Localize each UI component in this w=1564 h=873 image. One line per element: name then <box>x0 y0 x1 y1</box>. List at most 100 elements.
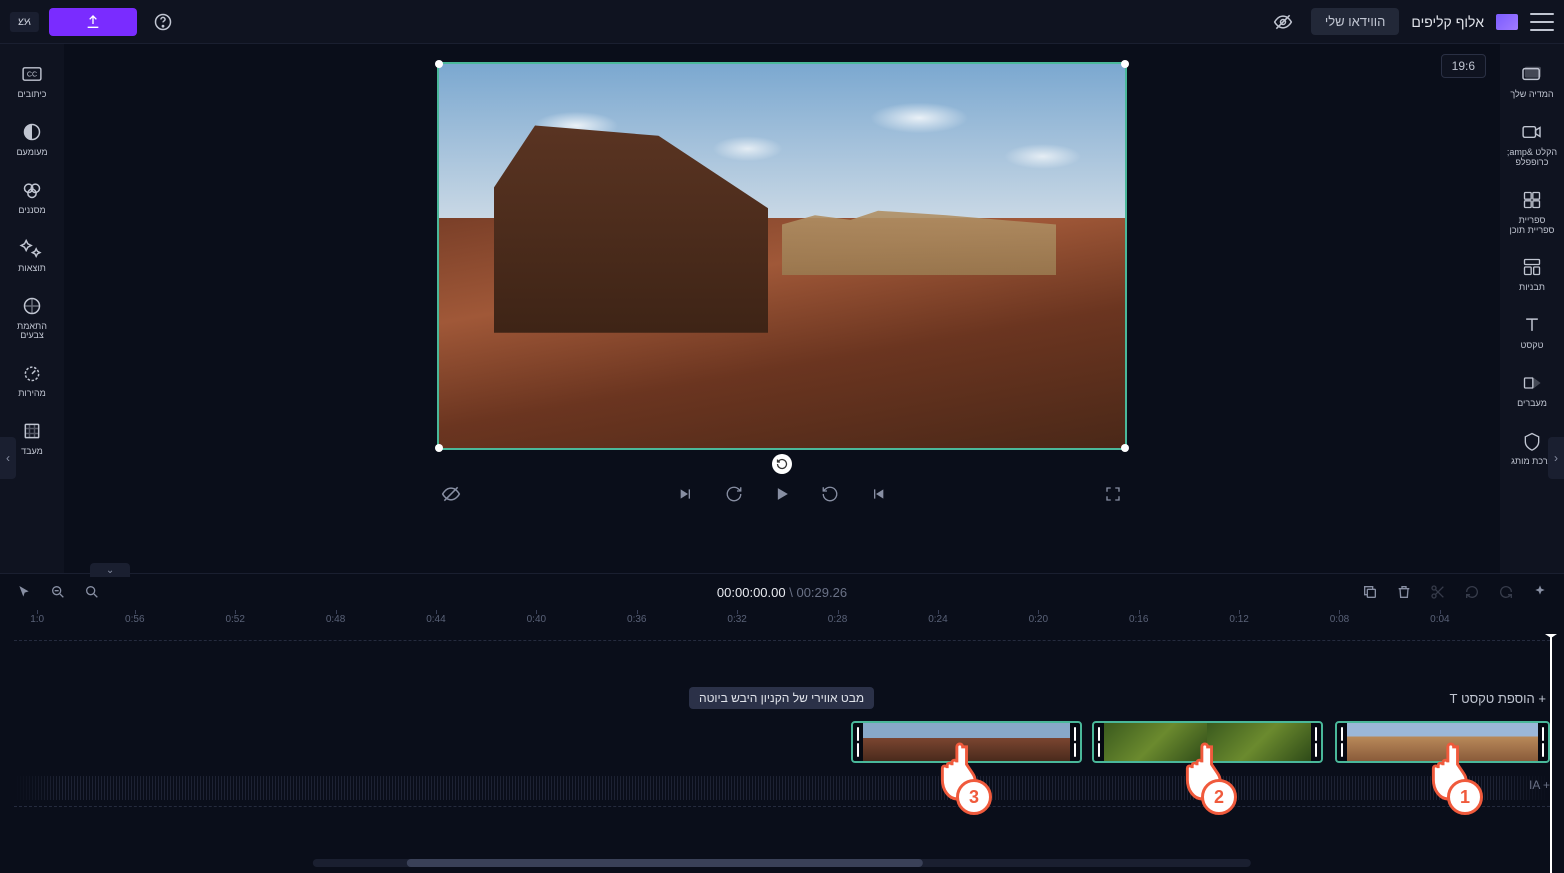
svg-text:CC: CC <box>27 71 37 79</box>
timeline-scrollbar[interactable] <box>313 859 1251 867</box>
captions-icon: CC <box>20 62 44 86</box>
expand-right-panel[interactable]: ‹ <box>1548 437 1564 479</box>
ruler-tick: 0:12 <box>1229 614 1248 625</box>
undo-button[interactable] <box>1462 582 1482 602</box>
timeline-toolbar: 00:00:00.00 \ 00:29.26 <box>0 574 1564 610</box>
sidebar-speed[interactable]: מהירות <box>2 357 62 403</box>
project-title: אלוף קליפים <box>1411 14 1484 30</box>
color-icon <box>20 294 44 318</box>
speed-icon <box>20 361 44 385</box>
export-badge[interactable]: צא <box>10 12 39 32</box>
ruler-tick: 0:04 <box>1430 614 1449 625</box>
clip-trim-left[interactable] <box>853 723 863 761</box>
my-video-button[interactable]: הווידאו שלי <box>1311 8 1399 35</box>
upload-icon <box>85 14 101 30</box>
empty-track-bottom[interactable] <box>14 806 1550 836</box>
rewind-button[interactable] <box>816 480 844 508</box>
templates-icon <box>1520 255 1544 279</box>
sidebar-templates[interactable]: תבניות <box>1502 251 1562 297</box>
text-track[interactable]: + הוספת טקסט T מבט אווירי של הקניון היבש… <box>14 688 1550 716</box>
clip-trim-right[interactable] <box>1070 723 1080 761</box>
expand-left-panel[interactable]: › <box>0 437 16 479</box>
help-icon[interactable] <box>147 6 179 38</box>
sidebar-color[interactable]: התאמת צבעים <box>2 290 62 346</box>
sidebar-transitions[interactable]: מעברים <box>1502 367 1562 413</box>
camera-icon <box>1520 120 1544 144</box>
add-text-button[interactable]: + הוספת טקסט T <box>1446 689 1550 708</box>
video-clip-2[interactable] <box>1092 721 1322 763</box>
video-clip-1[interactable] <box>1335 721 1550 763</box>
aspect-ratio-badge[interactable]: 19:6 <box>1441 54 1486 78</box>
audio-icon <box>20 120 44 144</box>
right-sidebar: המדיה שלך הקלט &amp; כרופפלפ ספריית ספרי… <box>1500 44 1564 573</box>
audio-track[interactable]: + AI <box>14 770 1550 806</box>
preview-toggle-icon[interactable] <box>437 480 465 508</box>
timeline-tracks: + הוספת טקסט T מבט אווירי של הקניון היבש… <box>0 634 1564 873</box>
ruler-tick: 0:36 <box>627 614 646 625</box>
ruler-tick: 1:0 <box>30 614 44 625</box>
playhead[interactable] <box>1550 634 1552 873</box>
player-controls <box>437 480 1127 508</box>
ruler-tick: 0:56 <box>125 614 144 625</box>
duplicate-button[interactable] <box>1360 582 1380 602</box>
zoom-fit-tool[interactable] <box>48 582 68 602</box>
clip-trim-left[interactable] <box>1337 723 1347 761</box>
fullscreen-button[interactable] <box>1099 480 1127 508</box>
library-icon <box>1520 188 1544 212</box>
visibility-icon[interactable] <box>1267 6 1299 38</box>
sidebar-library[interactable]: ספריית ספריית תוכן <box>1502 184 1562 240</box>
sidebar-your-media[interactable]: המדיה שלך <box>1502 58 1562 104</box>
rotate-handle[interactable] <box>772 454 792 474</box>
ruler-tick: 0:48 <box>326 614 345 625</box>
project-icon <box>1496 14 1518 30</box>
delete-button[interactable] <box>1394 582 1414 602</box>
ruler-tick: 0:24 <box>928 614 947 625</box>
skip-end-button[interactable] <box>672 480 700 508</box>
clip-trim-left[interactable] <box>1094 723 1104 761</box>
ruler-tick: 0:40 <box>527 614 546 625</box>
audio-waveform <box>14 776 1550 800</box>
filters-icon <box>20 178 44 202</box>
collapse-timeline-button[interactable]: ⌄ <box>90 563 130 577</box>
magic-tool[interactable] <box>1530 582 1550 602</box>
top-bar: אלוף קליפים הווידאו שלי צא <box>0 0 1564 44</box>
effects-icon <box>20 236 44 260</box>
video-preview[interactable] <box>437 62 1127 450</box>
forward-button[interactable] <box>720 480 748 508</box>
cursor-tool[interactable] <box>14 582 34 602</box>
sidebar-captions[interactable]: CC כיתובים <box>2 58 62 104</box>
menu-button[interactable] <box>1530 13 1554 31</box>
clip-tooltip: מבט אווירי של הקניון היבש ביוטה <box>689 687 874 709</box>
sidebar-effects[interactable]: תוצאות <box>2 232 62 278</box>
ruler-tick: 0:52 <box>225 614 244 625</box>
video-clip-3[interactable] <box>851 721 1081 763</box>
timeline-ruler[interactable]: 0:040:080:120:160:200:240:280:320:360:40… <box>0 610 1564 634</box>
empty-track[interactable] <box>14 640 1550 686</box>
sidebar-audio[interactable]: מעומעם <box>2 116 62 162</box>
redo-button[interactable] <box>1496 582 1516 602</box>
search-tool[interactable] <box>82 582 102 602</box>
sidebar-filters[interactable]: מסננים <box>2 174 62 220</box>
clip-trim-right[interactable] <box>1538 723 1548 761</box>
resize-handle-tr[interactable] <box>435 60 443 68</box>
sidebar-text[interactable]: טקסט <box>1502 309 1562 355</box>
export-button[interactable] <box>49 8 137 36</box>
transitions-icon <box>1520 371 1544 395</box>
left-sidebar: CC כיתובים מעומעם מסננים תוצאות התאמת צב… <box>0 44 64 573</box>
ruler-tick: 0:28 <box>828 614 847 625</box>
video-track[interactable]: 1 2 3 <box>14 718 1550 766</box>
ruler-tick: 0:20 <box>1029 614 1048 625</box>
timecode-display: 00:00:00.00 \ 00:29.26 <box>717 585 847 600</box>
resize-handle-bl[interactable] <box>1121 444 1129 452</box>
clip-trim-right[interactable] <box>1311 723 1321 761</box>
transform-icon <box>20 419 44 443</box>
sidebar-record[interactable]: הקלט &amp; כרופפלפ <box>1502 116 1562 172</box>
ruler-tick: 0:44 <box>426 614 445 625</box>
brand-icon <box>1520 429 1544 453</box>
audio-ai-button[interactable]: + AI <box>1529 778 1550 792</box>
play-button[interactable] <box>768 480 796 508</box>
split-button[interactable] <box>1428 582 1448 602</box>
skip-start-button[interactable] <box>864 480 892 508</box>
resize-handle-br[interactable] <box>435 444 443 452</box>
resize-handle-tl[interactable] <box>1121 60 1129 68</box>
